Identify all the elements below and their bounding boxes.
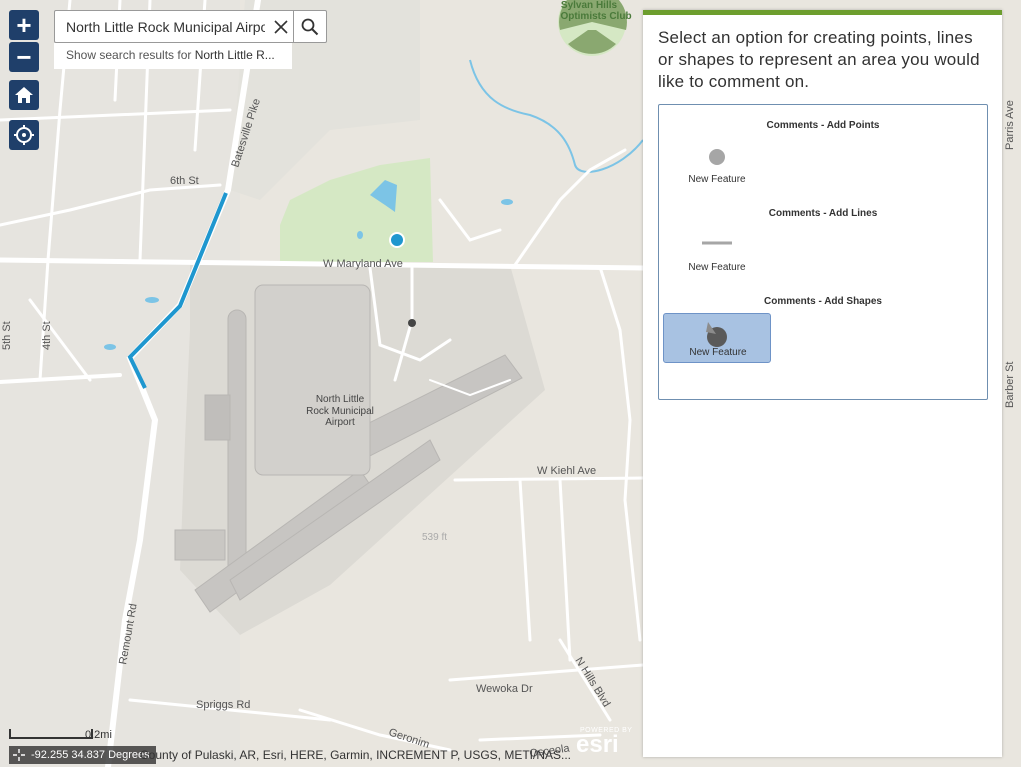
search-result-marker[interactable] <box>408 319 416 327</box>
locate-button[interactable] <box>9 120 39 150</box>
label-spriggs-rd: Spriggs Rd <box>196 699 250 711</box>
label-fourth-st: 4th St <box>41 321 53 350</box>
label-airport-2: Rock Municipal <box>306 406 374 417</box>
coordinate-text: -92.255 34.837 Degrees <box>31 749 150 761</box>
label-wewoka-dr: Wewoka Dr <box>476 683 533 695</box>
suggestion-prefix: Show search results for <box>66 48 195 62</box>
template-new-shape[interactable]: New Feature <box>663 313 771 363</box>
home-button[interactable] <box>9 80 39 110</box>
label-airport-1: North Little <box>316 394 365 405</box>
template-label: New Feature <box>688 262 746 273</box>
zoom-in-button[interactable]: + <box>9 10 39 40</box>
zoom-out-button[interactable]: − <box>9 42 39 72</box>
template-new-line[interactable]: New Feature <box>663 229 771 279</box>
label-elevation: 539 ft <box>422 532 447 543</box>
scale-label: 0.2mi <box>85 729 112 741</box>
template-new-point[interactable]: New Feature <box>663 141 771 191</box>
minus-icon: − <box>16 42 32 72</box>
template-label: New Feature <box>689 347 747 358</box>
line-symbol-icon <box>702 241 732 245</box>
group-title-lines: Comments - Add Lines <box>768 208 878 219</box>
esri-logo: POWERED BY esri <box>576 727 632 758</box>
template-label: New Feature <box>688 174 746 185</box>
label-w-maryland-ave: W Maryland Ave <box>323 258 403 270</box>
search-input[interactable] <box>55 11 269 42</box>
plus-icon: + <box>16 10 32 40</box>
label-optimists-club: Optimists Club <box>560 11 631 22</box>
home-icon <box>15 87 33 103</box>
suggestion-term: North Little R... <box>194 48 275 62</box>
search-suggestion[interactable]: Show search results for North Little R..… <box>54 43 292 69</box>
editor-panel: Select an option for creating points, li… <box>643 10 1002 757</box>
clear-search-button[interactable] <box>269 11 293 42</box>
attribution[interactable]: County of Pulaski, AR, Esri, HERE, Garmi… <box>140 748 571 762</box>
coordinate-readout[interactable]: -92.255 34.837 Degrees <box>9 746 156 764</box>
feature-templates: Comments - Add Points New Feature Commen… <box>658 104 988 400</box>
search-button[interactable] <box>293 11 326 42</box>
esri-wordmark: esri <box>576 731 619 758</box>
location-marker[interactable] <box>389 232 405 248</box>
point-symbol-icon <box>709 149 725 165</box>
group-title-points: Comments - Add Points <box>766 120 880 131</box>
search-widget <box>54 10 327 43</box>
label-sylvan-hills: Sylvan Hills <box>561 0 618 11</box>
panel-instructions: Select an option for creating points, li… <box>658 28 980 91</box>
label-fifth-st: 5th St <box>1 321 13 350</box>
label-airport-3: Airport <box>325 417 355 428</box>
label-parris-ave: Parris Ave <box>1004 100 1016 150</box>
search-icon <box>301 18 319 35</box>
close-icon <box>274 19 288 34</box>
crosshair-icon <box>13 749 25 761</box>
label-w-kiehl-ave: W Kiehl Ave <box>537 465 596 477</box>
scale-bar <box>9 729 93 739</box>
label-sixth-st: 6th St <box>170 175 199 187</box>
locate-icon <box>14 125 34 145</box>
label-barber-st: Barber St <box>1004 362 1016 408</box>
group-title-shapes: Comments - Add Shapes <box>764 296 882 307</box>
